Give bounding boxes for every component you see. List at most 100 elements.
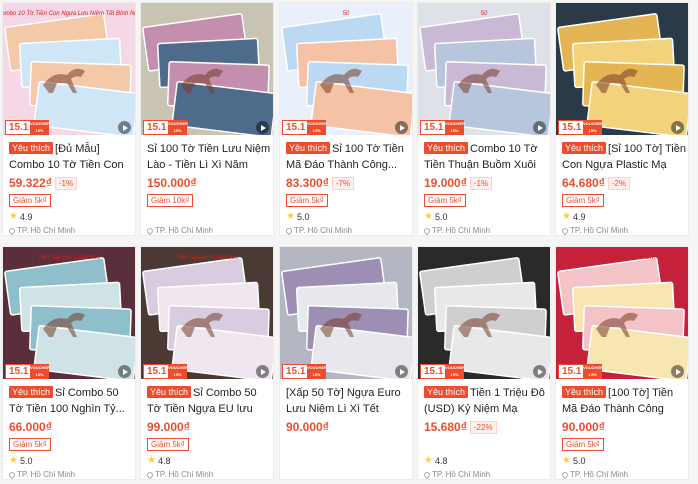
favorite-badge: Yêu thích (562, 386, 607, 398)
voucher-badge: VOUCHER 15% (168, 120, 189, 135)
shipping-voucher-tag: Giảm 5k₫ (9, 438, 51, 451)
product-card[interactable]: Tien Nguyen Collection 15.1 VOUCHER 15% Yê… (2, 246, 136, 480)
rating: ★ 4.8 (424, 455, 447, 466)
play-video-icon[interactable] (395, 121, 408, 134)
product-price: 19.000₫ (424, 176, 467, 190)
location-pin-icon (560, 226, 570, 235)
product-title[interactable]: Yêu thích Sỉ Combo 50 Tờ Tiền Ngựa EU lưu… (147, 385, 271, 417)
product-image[interactable] (556, 3, 688, 135)
product-image[interactable]: 50 (280, 3, 412, 135)
product-image[interactable]: Tiền Con Ngựa Mã Đáo Thành Công (556, 247, 688, 379)
rating-value: 4.9 (572, 211, 586, 222)
seller-location: TP. Hồ Chí Minh (145, 226, 214, 235)
product-title[interactable]: Yêu thích Tiền 1 Triệu Đô (USD) Kỷ Niệm M… (424, 385, 548, 417)
voucher-badge: VOUCHER 15% (583, 120, 604, 135)
product-image[interactable] (280, 247, 412, 379)
seller-location: TP. Hồ Chí Minh (560, 226, 628, 235)
play-video-icon[interactable] (256, 365, 269, 378)
product-title[interactable]: [Xấp 50 Tờ] Ngựa Euro Lưu Niệm Lì Xì Tết… (286, 385, 410, 417)
rating-value: 5.0 (434, 211, 448, 222)
product-card[interactable]: 15.1 VOUCHER 15% Yêu thích Tiền 1 Triệu Đô… (417, 246, 551, 480)
product-title[interactable]: Yêu thích Sỉ Combo 50 Tờ Tiền 100 Nghìn T… (9, 385, 133, 417)
location-pin-icon (560, 470, 570, 479)
shipping-voucher-tag: Giảm 5k₫ (562, 194, 604, 207)
product-title-text: Sỉ 100 Tờ Tiền Lưu Niệm Lào - Tiền Lì Xì… (147, 143, 271, 171)
product-card[interactable]: 50 15.1 VOUCHER 15% Yêu thích Combo 10 Tờ T… (417, 2, 551, 236)
image-caption: 50 (343, 11, 350, 17)
location-text: TP. Hồ Chí Minh (17, 470, 76, 479)
star-icon: ★ (147, 455, 156, 466)
favorite-badge: Yêu thích (147, 386, 192, 398)
play-video-icon[interactable] (671, 365, 684, 378)
location-text: TP. Hồ Chí Minh (155, 226, 214, 235)
product-price: 83.300₫ (286, 176, 329, 190)
product-card[interactable]: Combo 10 Tờ Tiền Con Ngựa Lưu Niệm Tết B… (2, 2, 136, 236)
product-card[interactable]: 15.1 VOUCHER 15% Yêu thích [Sỉ 100 Tờ] Tiề… (555, 2, 689, 236)
image-caption: Tien Nguyen Collection (176, 255, 239, 261)
star-icon: ★ (562, 455, 571, 466)
star-icon: ★ (9, 455, 18, 466)
product-card[interactable]: 15.1 VOUCHER 15% Sỉ 100 Tờ Tiền Lưu Niệm … (140, 2, 274, 236)
location-text: TP. Hồ Chí Minh (294, 226, 353, 235)
rating-value: 5.0 (19, 455, 33, 466)
voucher-badge: VOUCHER 15% (168, 364, 189, 379)
product-title[interactable]: Yêu thích [Sỉ 100 Tờ] Tiền Con Ngựa Plast… (562, 141, 686, 173)
play-video-icon[interactable] (395, 365, 408, 378)
seller-location: TP. Hồ Chí Minh (422, 226, 490, 235)
product-card[interactable]: 50 15.1 VOUCHER 15% Yêu thích Sỉ 100 Tờ Tiề… (279, 2, 413, 236)
play-video-icon[interactable] (118, 121, 131, 134)
location-pin-icon (422, 470, 432, 479)
product-image[interactable] (418, 247, 550, 379)
sale-badge: 15.1 (420, 120, 448, 135)
product-card[interactable]: Tiền Con Ngựa Mã Đáo Thành Công 15.1 VOUCH… (555, 246, 689, 480)
favorite-badge: Yêu thích (9, 386, 54, 398)
product-title[interactable]: Yêu thích[Đủ Mẫu] Combo 10 Tờ Tiền Con N… (9, 141, 133, 173)
shipping-voucher-tag: Giảm 5k₫ (562, 438, 604, 451)
product-image[interactable]: Combo 10 Tờ Tiền Con Ngựa Lưu Niệm Tết B… (3, 3, 135, 135)
location-pin-icon (422, 226, 432, 235)
play-video-icon[interactable] (533, 365, 546, 378)
product-image[interactable] (141, 3, 273, 135)
rating-value: 4.8 (434, 455, 448, 466)
seller-location: TP. Hồ Chí Minh (145, 470, 213, 479)
seller-location: TP. Hồ Chí Minh (422, 470, 490, 479)
star-icon: ★ (9, 211, 18, 222)
product-image[interactable]: Tien Nguyen Collection (141, 247, 273, 379)
product-title-text: [Xấp 50 Tờ] Ngựa Euro Lưu Niệm Lì Xì Tết… (286, 387, 401, 415)
sale-badge: 15.1 (420, 364, 448, 379)
product-price: 15.680₫ (424, 420, 467, 434)
shipping-voucher-tag: Giảm 10k₫ (147, 194, 194, 207)
product-price: 90.000₫ (562, 420, 605, 434)
product-title[interactable]: Yêu thích [100 Tờ] Tiền Mã Đáo Thành Công… (562, 385, 686, 417)
rating: ★ 5.0 (286, 211, 309, 222)
seller-location: TP. Hồ Chí Minh (560, 470, 628, 479)
price-row: 15.680₫ -22% (424, 419, 497, 435)
product-title[interactable]: Yêu thích Sỉ 100 Tờ Tiền Mã Đáo Thành Côn… (286, 141, 410, 173)
play-video-icon[interactable] (671, 121, 684, 134)
rating-value: 4.9 (19, 211, 33, 222)
rating: ★ 4.9 (9, 211, 32, 222)
voucher-badge: VOUCHER 15% (445, 364, 466, 379)
product-card[interactable]: Tien Nguyen Collection 15.1 VOUCHER 15% Yê… (140, 246, 274, 480)
product-title[interactable]: Sỉ 100 Tờ Tiền Lưu Niệm Lào - Tiền Lì Xì… (147, 141, 271, 173)
discount-badge: -1% (469, 176, 493, 190)
voucher-badge: VOUCHER 15% (30, 120, 51, 135)
rating-value: 5.0 (572, 455, 586, 466)
voucher-badge: VOUCHER 15% (30, 364, 51, 379)
play-video-icon[interactable] (533, 121, 546, 134)
product-image[interactable]: Tien Nguyen Collection (3, 247, 135, 379)
play-video-icon[interactable] (256, 121, 269, 134)
play-video-icon[interactable] (118, 365, 131, 378)
sale-badge: 15.1 (558, 364, 586, 379)
product-card[interactable]: 15.1 VOUCHER 15% [Xấp 50 Tờ] Ngựa Euro Lư… (279, 246, 413, 480)
location-pin-icon (7, 470, 17, 479)
favorite-badge: Yêu thích (424, 386, 469, 398)
product-image[interactable]: 50 (418, 3, 550, 135)
location-pin-icon (145, 470, 155, 479)
image-caption: 50 (481, 11, 488, 17)
product-title[interactable]: Yêu thích Combo 10 Tờ Tiền Thuận Buồm Xuô… (424, 141, 548, 173)
star-icon: ★ (562, 211, 571, 222)
product-grid: Combo 10 Tờ Tiền Con Ngựa Lưu Niệm Tết B… (2, 2, 696, 482)
product-price: 90.000₫ (286, 420, 329, 434)
sale-badge: 15.1 (282, 364, 310, 379)
